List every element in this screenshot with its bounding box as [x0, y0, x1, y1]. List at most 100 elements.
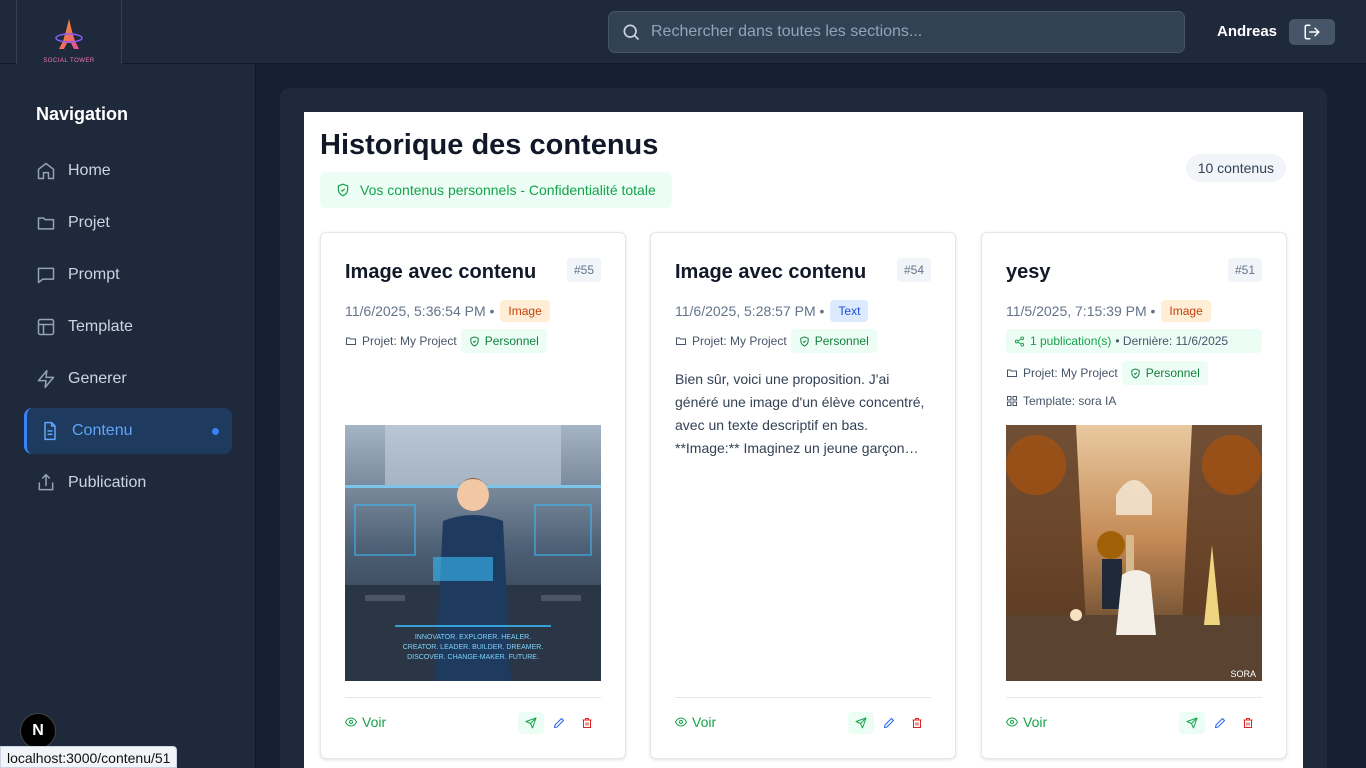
card-divider — [675, 697, 931, 698]
personal-badge: Personnel — [1121, 361, 1208, 385]
project-label: Projet: My Project — [1023, 366, 1118, 380]
folder-icon — [37, 217, 55, 230]
personal-badge: Personnel — [460, 329, 547, 353]
message-icon — [37, 267, 55, 284]
sidebar-item-prompt[interactable]: Prompt — [24, 252, 232, 298]
card-divider — [1006, 697, 1262, 698]
logout-icon — [1304, 24, 1320, 40]
file-text-icon — [44, 421, 56, 441]
delete-button[interactable] — [904, 712, 930, 734]
pencil-icon — [884, 718, 894, 728]
pencil-icon — [554, 718, 564, 728]
type-badge: Text — [830, 300, 869, 322]
delete-button[interactable] — [574, 712, 600, 734]
sidebar-item-generer[interactable]: Generer — [24, 356, 232, 402]
search-bar[interactable] — [608, 11, 1185, 53]
folder-icon — [1007, 369, 1017, 377]
trash-icon — [912, 718, 922, 728]
template-icon — [1007, 396, 1017, 406]
sora-watermark: SORA — [1230, 669, 1256, 679]
personal-label: Personnel — [484, 334, 539, 348]
sidebar-item-label: Publication — [68, 474, 147, 491]
sidebar-item-template[interactable]: Template — [24, 304, 232, 350]
project-label: Projet: My Project — [362, 334, 457, 348]
content-card[interactable]: Image avec contenu #55 11/6/2025, 5:36:5… — [320, 232, 626, 759]
card-title: yesy — [1006, 261, 1051, 283]
card-date-text: 11/6/2025, 5:28:57 PM • — [675, 303, 825, 319]
view-link[interactable]: Voir — [345, 714, 386, 730]
logo-text: SOCIAL TOWER — [43, 57, 95, 64]
template-line: Template: sora IA — [1006, 394, 1116, 408]
edit-button[interactable] — [546, 712, 572, 734]
view-link[interactable]: Voir — [1006, 714, 1047, 730]
card-title: Image avec contenu — [345, 261, 537, 283]
sidebar-item-contenu[interactable]: Contenu — [24, 408, 232, 454]
type-badge: Image — [500, 300, 550, 322]
eye-icon — [1006, 717, 1018, 727]
publish-button[interactable] — [848, 712, 874, 734]
content-image[interactable]: INNOVATOR. EXPLORER. HEALER. CREATOR. LE… — [345, 425, 601, 681]
project-line: Projet: My Project Personnel — [345, 329, 547, 353]
card-date: 11/6/2025, 5:36:54 PM • Image — [345, 300, 550, 322]
sidebar-item-label: Template — [68, 318, 133, 335]
sidebar-item-home[interactable]: Home — [24, 148, 232, 194]
card-actions — [516, 712, 600, 734]
personal-label: Personnel — [1145, 366, 1200, 380]
eye-icon — [675, 717, 687, 727]
send-icon — [855, 717, 867, 729]
search-input[interactable] — [651, 23, 1151, 41]
share-icon — [38, 473, 54, 491]
card-actions — [846, 712, 930, 734]
card-id-badge: #55 — [566, 258, 601, 282]
card-date-text: 11/6/2025, 5:36:54 PM • — [345, 303, 495, 319]
send-icon — [525, 717, 537, 729]
folder-icon — [346, 337, 356, 345]
send-icon — [1186, 717, 1198, 729]
content-card[interactable]: Image avec contenu #54 11/6/2025, 5:28:5… — [650, 232, 956, 759]
search-icon — [623, 24, 640, 41]
card-id-badge: #51 — [1227, 258, 1262, 282]
sidebar-item-label: Projet — [68, 214, 110, 231]
top-bar: SOCIAL TOWER Andreas — [0, 0, 1366, 84]
type-badge: Image — [1161, 300, 1211, 322]
edit-button[interactable] — [1207, 712, 1233, 734]
share-nodes-icon — [1014, 335, 1025, 347]
delete-button[interactable] — [1235, 712, 1261, 734]
sidebar-item-label: Prompt — [68, 266, 120, 283]
publication-info: 1 publication(s) • Dernière: 11/6/2025 — [1006, 329, 1262, 353]
sidebar-item-projet[interactable]: Projet — [24, 200, 232, 246]
last-publication: • Dernière: 11/6/2025 — [1115, 334, 1229, 348]
publish-button[interactable] — [518, 712, 544, 734]
project-label: Projet: My Project — [692, 334, 787, 348]
content-card[interactable]: yesy #51 11/5/2025, 7:15:39 PM • Image 1… — [981, 232, 1287, 759]
publication-count: 1 publication(s) — [1030, 334, 1112, 348]
active-dot — [212, 428, 219, 435]
view-label: Voir — [1023, 714, 1048, 730]
status-bar-url: localhost:3000/contenu/51 — [0, 746, 178, 768]
content-image[interactable]: SORA — [1006, 425, 1262, 681]
edit-button[interactable] — [876, 712, 902, 734]
shield-icon — [1131, 367, 1140, 379]
sidebar-item-publication[interactable]: Publication — [24, 460, 232, 506]
view-label: Voir — [362, 714, 387, 730]
zap-icon — [37, 369, 55, 389]
layout-icon — [37, 318, 55, 336]
shield-icon — [800, 335, 809, 347]
logout-button[interactable] — [1289, 19, 1335, 45]
user-name: Andreas — [1217, 23, 1278, 40]
project-line: Projet: My Project Personnel — [675, 329, 877, 353]
trash-icon — [1243, 718, 1253, 728]
sidebar-item-label: Generer — [68, 370, 127, 387]
eye-icon — [345, 717, 357, 727]
card-title: Image avec contenu — [675, 261, 867, 283]
sidebar: Navigation Home Projet Prompt Template G… — [0, 64, 256, 768]
publish-button[interactable] — [1179, 712, 1205, 734]
nextjs-devtools-button[interactable]: N — [20, 713, 56, 749]
shield-icon — [470, 335, 479, 347]
personal-label: Personnel — [814, 334, 869, 348]
template-label: Template: sora IA — [1023, 394, 1117, 408]
view-link[interactable]: Voir — [675, 714, 716, 730]
project-line: Projet: My Project Personnel — [1006, 361, 1208, 385]
image-overlay-line: INNOVATOR. EXPLORER. HEALER. — [415, 634, 531, 641]
sidebar-item-label: Home — [68, 162, 111, 179]
